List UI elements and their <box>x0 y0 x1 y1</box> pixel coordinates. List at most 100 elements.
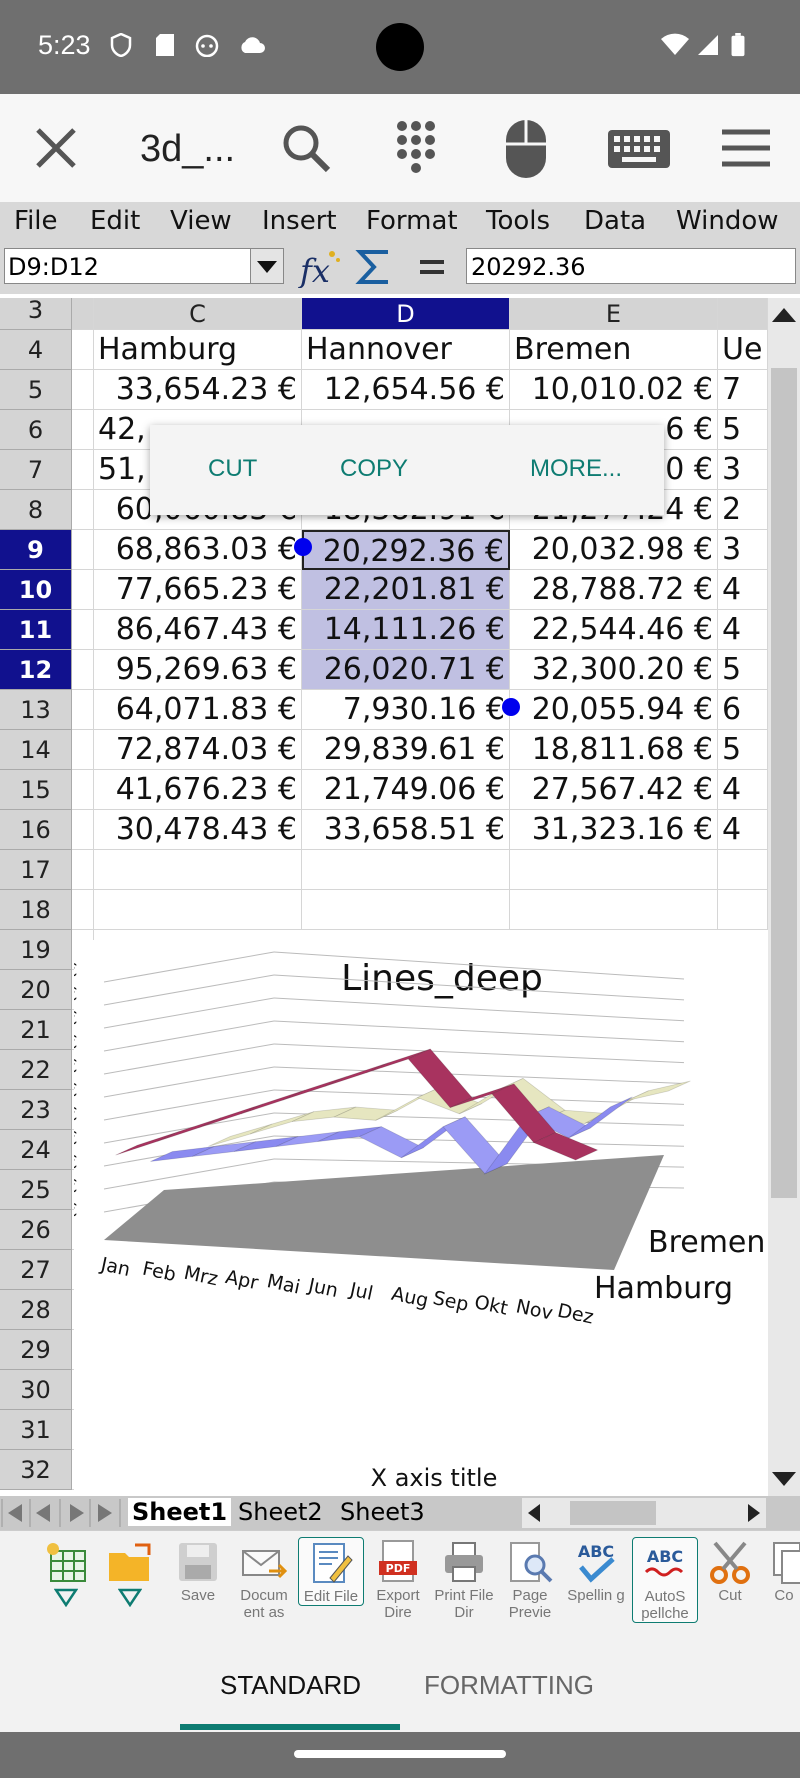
keyboard-icon[interactable] <box>604 116 674 180</box>
cell[interactable]: 6 <box>718 690 768 730</box>
send-document-button[interactable]: Docum ent as <box>232 1537 296 1621</box>
row-header[interactable]: 30 <box>0 1370 72 1410</box>
row-header[interactable]: 29 <box>0 1330 72 1370</box>
spelling-button[interactable]: ABC Spellin g <box>564 1537 628 1604</box>
formula-input[interactable]: 20292.36 <box>466 248 796 284</box>
cell[interactable]: 20,292.36 € <box>302 530 510 570</box>
export-pdf-button[interactable]: PDF Export Dire <box>366 1537 430 1621</box>
cell[interactable] <box>72 570 94 610</box>
vertical-scrollbar[interactable] <box>768 298 800 1496</box>
cell[interactable] <box>72 810 94 850</box>
row-header[interactable]: 24 <box>0 1130 72 1170</box>
menu-format[interactable]: Format <box>366 206 458 236</box>
row-header[interactable]: 15 <box>0 770 72 810</box>
cell[interactable] <box>72 330 94 370</box>
cell[interactable] <box>72 298 94 330</box>
cut-button[interactable]: CUT <box>208 455 257 483</box>
row-header[interactable]: 26 <box>0 1210 72 1250</box>
row-header[interactable]: 13 <box>0 690 72 730</box>
cell[interactable] <box>72 890 94 930</box>
new-spreadsheet-button[interactable] <box>34 1537 98 1607</box>
close-icon[interactable] <box>24 116 88 180</box>
cell[interactable] <box>302 890 510 930</box>
cell[interactable] <box>510 890 718 930</box>
cell[interactable] <box>72 450 94 490</box>
row-header[interactable]: 18 <box>0 890 72 930</box>
cell[interactable]: 86,467.43 € <box>94 610 302 650</box>
cell[interactable]: 68,863.03 € <box>94 530 302 570</box>
cell[interactable] <box>718 850 768 890</box>
sheet-tab-1[interactable]: Sheet1 <box>128 1498 232 1526</box>
cell[interactable]: 4 <box>718 570 768 610</box>
menu-data[interactable]: Data <box>584 206 646 236</box>
cell[interactable] <box>94 850 302 890</box>
cell[interactable]: 72,874.03 € <box>94 730 302 770</box>
row-header[interactable]: 25 <box>0 1170 72 1210</box>
cell[interactable]: 20,032.98 € <box>510 530 718 570</box>
cell[interactable]: 33,654.23 € <box>94 370 302 410</box>
cell[interactable] <box>72 730 94 770</box>
cell[interactable]: 20,055.94 € <box>510 690 718 730</box>
cell[interactable]: 10,010.02 € <box>510 370 718 410</box>
cell[interactable] <box>718 298 768 330</box>
sheet-nav-icon[interactable] <box>0 1496 124 1530</box>
row-header[interactable]: 5 <box>0 370 72 410</box>
row-header[interactable]: 20 <box>0 970 72 1010</box>
more-button[interactable]: MORE... <box>530 455 622 483</box>
cell[interactable] <box>510 298 718 330</box>
row-header[interactable]: 3 <box>0 298 72 330</box>
name-box-dropdown[interactable] <box>250 249 283 283</box>
horizontal-scroll-thumb[interactable] <box>570 1501 656 1525</box>
save-button[interactable]: Save <box>166 1537 230 1604</box>
scroll-down-icon[interactable] <box>768 1464 800 1494</box>
scroll-left-icon[interactable] <box>522 1498 548 1528</box>
row-header[interactable]: 32 <box>0 1450 72 1490</box>
cell[interactable]: 22,544.46 € <box>510 610 718 650</box>
cell[interactable] <box>72 410 94 450</box>
scroll-right-icon[interactable] <box>740 1498 766 1528</box>
header-cell[interactable]: Ue <box>718 330 768 370</box>
menu-edit[interactable]: Edit <box>90 206 140 236</box>
cell[interactable]: 18,811.68 € <box>510 730 718 770</box>
formula-icon[interactable] <box>412 246 452 288</box>
cell[interactable] <box>72 850 94 890</box>
row-header[interactable]: 4 <box>0 330 72 370</box>
cell[interactable] <box>72 370 94 410</box>
cell[interactable]: 27,567.42 € <box>510 770 718 810</box>
cell[interactable]: 33,658.51 € <box>302 810 510 850</box>
cell[interactable] <box>94 298 302 330</box>
tab-standard[interactable]: STANDARD <box>220 1670 361 1701</box>
header-cell[interactable]: Hamburg <box>94 330 302 370</box>
cell[interactable]: 2 <box>718 490 768 530</box>
autospellcheck-button[interactable]: ABC AutoS pellche <box>632 1537 698 1623</box>
cell[interactable]: 3 <box>718 450 768 490</box>
cell[interactable]: 5 <box>718 650 768 690</box>
copy-toolbar-button[interactable]: Co <box>764 1537 800 1604</box>
row-header[interactable]: 6 <box>0 410 72 450</box>
cell[interactable]: 12,654.56 € <box>302 370 510 410</box>
cell[interactable]: 7 <box>718 370 768 410</box>
cell[interactable]: 32,300.20 € <box>510 650 718 690</box>
cell[interactable] <box>72 650 94 690</box>
scroll-up-icon[interactable] <box>768 300 800 330</box>
sheet-tab-2[interactable]: Sheet2 <box>234 1498 327 1526</box>
cell[interactable]: 41,676.23 € <box>94 770 302 810</box>
cell[interactable]: 31,323.16 € <box>510 810 718 850</box>
header-cell[interactable]: Bremen <box>510 330 718 370</box>
print-button[interactable]: Print File Dir <box>432 1537 496 1621</box>
menu-window[interactable]: Window <box>676 206 779 236</box>
cell[interactable]: 3 <box>718 530 768 570</box>
cell[interactable]: 22,201.81 € <box>302 570 510 610</box>
row-header[interactable]: 22 <box>0 1050 72 1090</box>
cut-toolbar-button[interactable]: Cut <box>698 1537 762 1604</box>
sheet-tab-3[interactable]: Sheet3 <box>336 1498 429 1526</box>
cell[interactable] <box>302 850 510 890</box>
cell[interactable]: 4 <box>718 610 768 650</box>
page-preview-button[interactable]: Page Previe <box>498 1537 562 1621</box>
cell[interactable]: 95,269.63 € <box>94 650 302 690</box>
chart-lines-deep[interactable]: Lines_deep € € € € € € € € € € € Jan FebMrzAprMaiJun J… <box>74 940 768 1496</box>
edit-file-button[interactable]: Edit File <box>298 1537 364 1606</box>
copy-button[interactable]: COPY <box>340 455 408 483</box>
cell[interactable] <box>72 530 94 570</box>
function-wizard-icon[interactable]: fx <box>296 246 344 288</box>
